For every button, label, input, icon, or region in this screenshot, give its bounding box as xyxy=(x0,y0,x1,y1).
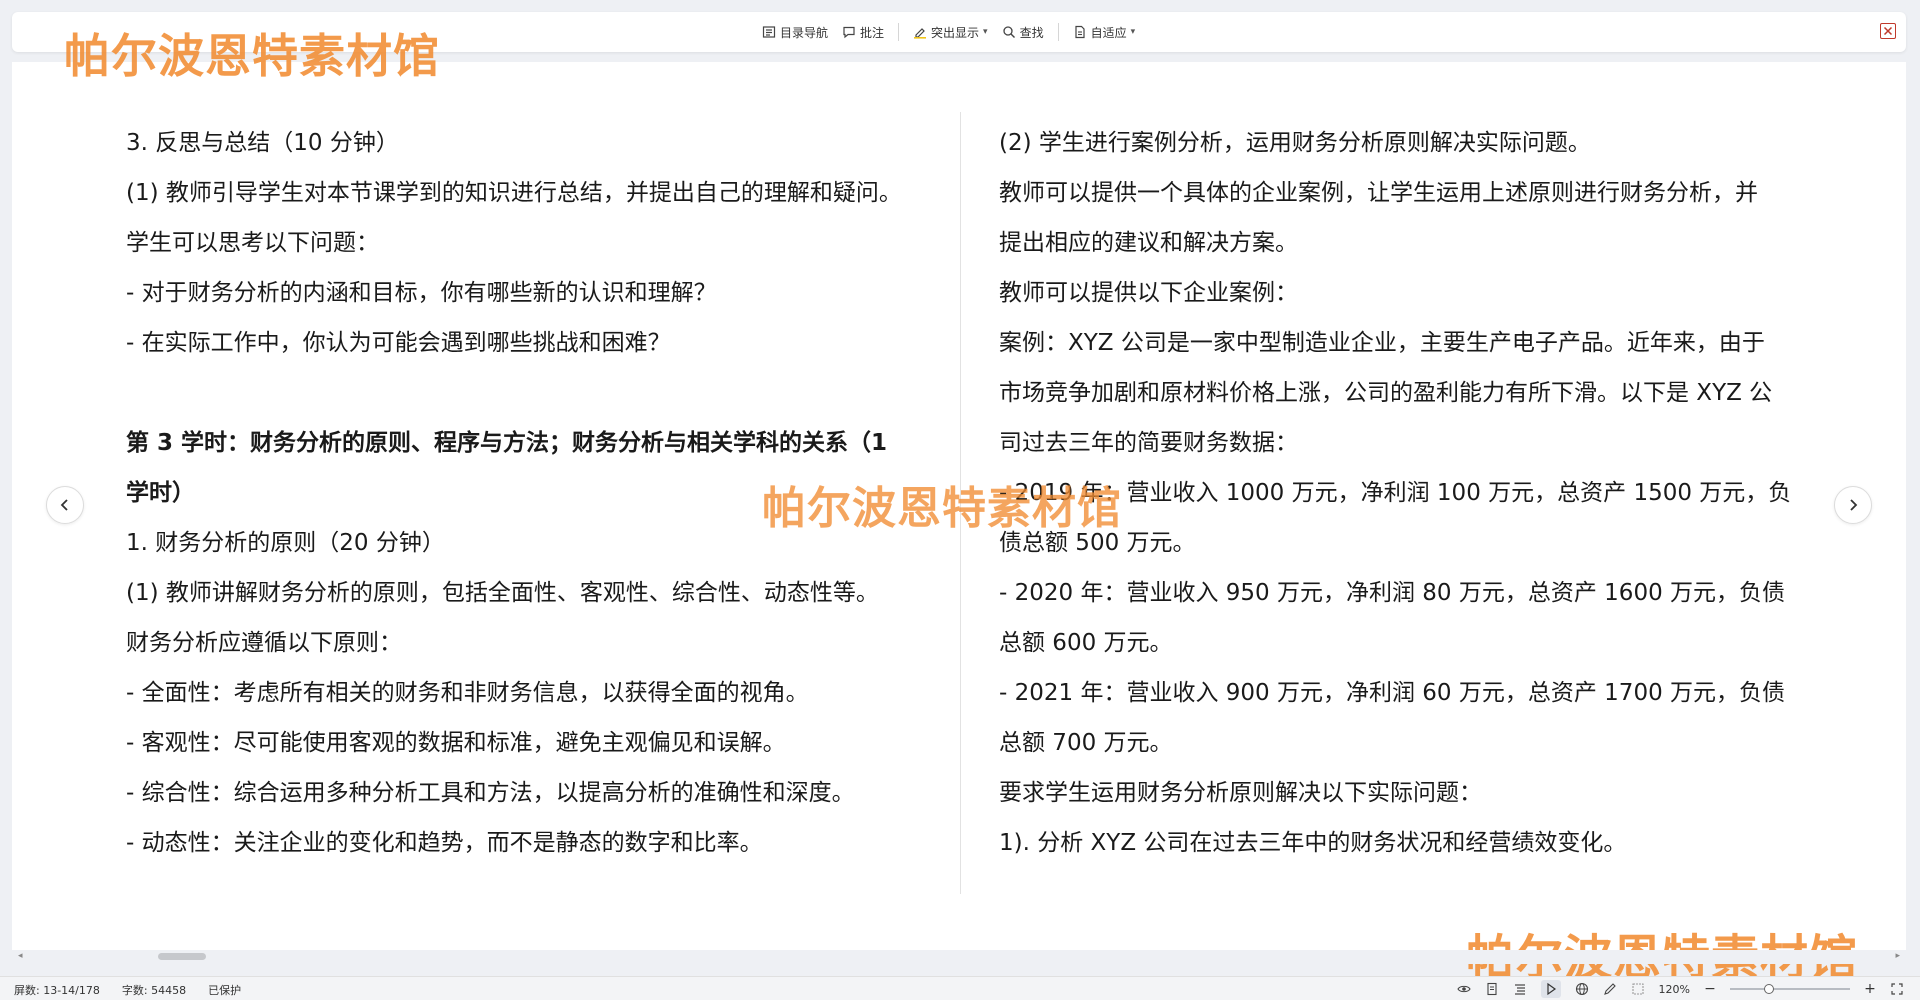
scrollbar-thumb[interactable] xyxy=(158,953,206,960)
right-column-line: 总额 700 万元。 xyxy=(999,730,1173,756)
chevron-down-icon: ▾ xyxy=(983,27,988,37)
play-icon[interactable] xyxy=(1540,980,1561,998)
left-column-line: - 客观性：尽可能使用客观的数据和标准，避免主观偏见和误解。 xyxy=(126,730,786,756)
search-label: 查找 xyxy=(1019,25,1044,40)
left-column-line: - 对于财务分析的内涵和目标，你有哪些新的认识和理解？ xyxy=(126,280,717,306)
protect-status: 已保护 xyxy=(208,984,242,997)
zoom-slider-track xyxy=(1730,988,1850,990)
fit-page-icon[interactable] xyxy=(1631,982,1645,996)
left-column-line: 第 3 学时：财务分析的原则、程序与方法；财务分析与相关学科的关系（1 xyxy=(126,430,888,456)
right-column-line: 总额 600 万元。 xyxy=(999,630,1173,656)
right-column-line: 教师可以提供一个具体的企业案例，让学生运用上述原则进行财务分析，并 xyxy=(999,180,1758,206)
left-column-line: 学生可以思考以下问题： xyxy=(126,230,379,256)
zoom-slider-knob[interactable] xyxy=(1764,984,1774,994)
highlight-button[interactable]: 突出显示 ▾ xyxy=(913,24,988,41)
left-column-line: - 综合性：综合运用多种分析工具和方法，以提高分析的准确性和深度。 xyxy=(126,780,855,806)
previous-page-button[interactable] xyxy=(46,486,84,524)
page-view-icon[interactable] xyxy=(1485,982,1499,996)
page-fit-icon xyxy=(1074,25,1085,39)
toolbar-center: 目录导航 批注 突出显示 ▾ 查找 自适应 ▾ xyxy=(762,12,1135,52)
word-count: 字数: 54458 xyxy=(121,984,187,997)
scroll-left-icon[interactable]: ◂ xyxy=(18,951,23,961)
zoom-out-button[interactable]: − xyxy=(1704,981,1716,997)
left-column-line: - 动态性：关注企业的变化和趋势，而不是静态的数字和比率。 xyxy=(126,830,763,856)
left-column-line: 3. 反思与总结（10 分钟） xyxy=(126,130,399,156)
left-column-line: - 全面性：考虑所有相关的财务和非财务信息，以获得全面的视角。 xyxy=(126,680,809,706)
chevron-right-icon xyxy=(1850,499,1858,511)
left-column-line: (1) 教师讲解财务分析的原则，包括全面性、客观性、综合性、动态性等。 xyxy=(126,580,879,606)
search-button[interactable]: 查找 xyxy=(1002,24,1044,41)
right-column-line: - 2021 年：营业收入 900 万元，净利润 60 万元，总资产 1700 … xyxy=(999,680,1786,706)
zoom-level: 120% xyxy=(1658,982,1690,996)
zoom-in-button[interactable]: + xyxy=(1864,981,1876,997)
right-column-line: 提出相应的建议和解决方案。 xyxy=(999,230,1298,256)
close-icon xyxy=(1883,26,1893,36)
status-bar: 屏数: 13-14/178 字数: 54458 已保护 120% − + xyxy=(0,976,1920,1000)
right-column-line: 1). 分析 XYZ 公司在过去三年中的财务状况和经营绩效变化。 xyxy=(999,830,1627,856)
right-column-line: 教师可以提供以下企业案例： xyxy=(999,280,1298,306)
close-button[interactable] xyxy=(1880,23,1896,39)
page-fit-label: 自适应 xyxy=(1090,25,1127,40)
watermark-top: 帕尔波恩特素材馆 xyxy=(64,29,440,83)
outline-view-icon[interactable] xyxy=(1513,982,1527,996)
chevron-down-icon: ▾ xyxy=(1130,27,1136,37)
left-column-line: 财务分析应遵循以下原则： xyxy=(126,630,402,656)
web-view-icon[interactable] xyxy=(1575,982,1589,996)
right-column-line: 要求学生运用财务分析原则解决以下实际问题： xyxy=(999,780,1482,806)
next-page-button[interactable] xyxy=(1834,486,1872,524)
right-column-line: (2) 学生进行案例分析，运用财务分析原则解决实际问题。 xyxy=(999,130,1591,156)
search-icon xyxy=(1002,26,1015,38)
chevron-left-icon xyxy=(60,499,68,511)
horizontal-scrollbar[interactable]: ◂ ▸ xyxy=(12,950,1906,964)
toc-nav-label: 目录导航 xyxy=(780,25,829,40)
toolbar-separator xyxy=(1057,23,1059,41)
left-column-line: (1) 教师引导学生对本节课学到的知识进行总结，并提出自己的理解和疑问。 xyxy=(126,180,902,206)
toolbar-separator xyxy=(898,23,900,41)
toc-nav-button[interactable]: 目录导航 xyxy=(762,24,828,41)
left-column-line xyxy=(126,368,951,418)
highlight-icon xyxy=(914,28,927,39)
scroll-right-icon[interactable]: ▸ xyxy=(1895,951,1900,961)
left-column-line: - 在实际工作中，你认为可能会遇到哪些挑战和困难？ xyxy=(126,330,671,356)
watermark-center: 帕尔波恩特素材馆 xyxy=(762,483,1122,534)
right-column-line: 案例：XYZ 公司是一家中型制造业企业，主要生产电子产品。近年来，由于 xyxy=(999,330,1765,356)
page-count: 屏数: 13-14/178 xyxy=(14,984,100,997)
right-column-line: 司过去三年的简要财务数据： xyxy=(999,430,1298,456)
pen-icon[interactable] xyxy=(1603,982,1617,996)
eye-icon[interactable] xyxy=(1456,982,1471,996)
right-column-line: 市场竞争加剧和原材料价格上涨，公司的盈利能力有所下滑。以下是 XYZ 公 xyxy=(999,380,1773,406)
page-fit-button[interactable]: 自适应 ▾ xyxy=(1073,24,1136,41)
fullscreen-icon[interactable] xyxy=(1890,982,1904,996)
right-column-line: - 2020 年：营业收入 950 万元，净利润 80 万元，总资产 1600 … xyxy=(999,580,1786,606)
toc-icon xyxy=(762,26,776,38)
comment-label: 批注 xyxy=(860,25,885,40)
comment-icon xyxy=(843,26,855,39)
highlight-label: 突出显示 xyxy=(931,25,980,40)
zoom-slider[interactable] xyxy=(1730,982,1850,996)
comment-button[interactable]: 批注 xyxy=(842,24,884,41)
